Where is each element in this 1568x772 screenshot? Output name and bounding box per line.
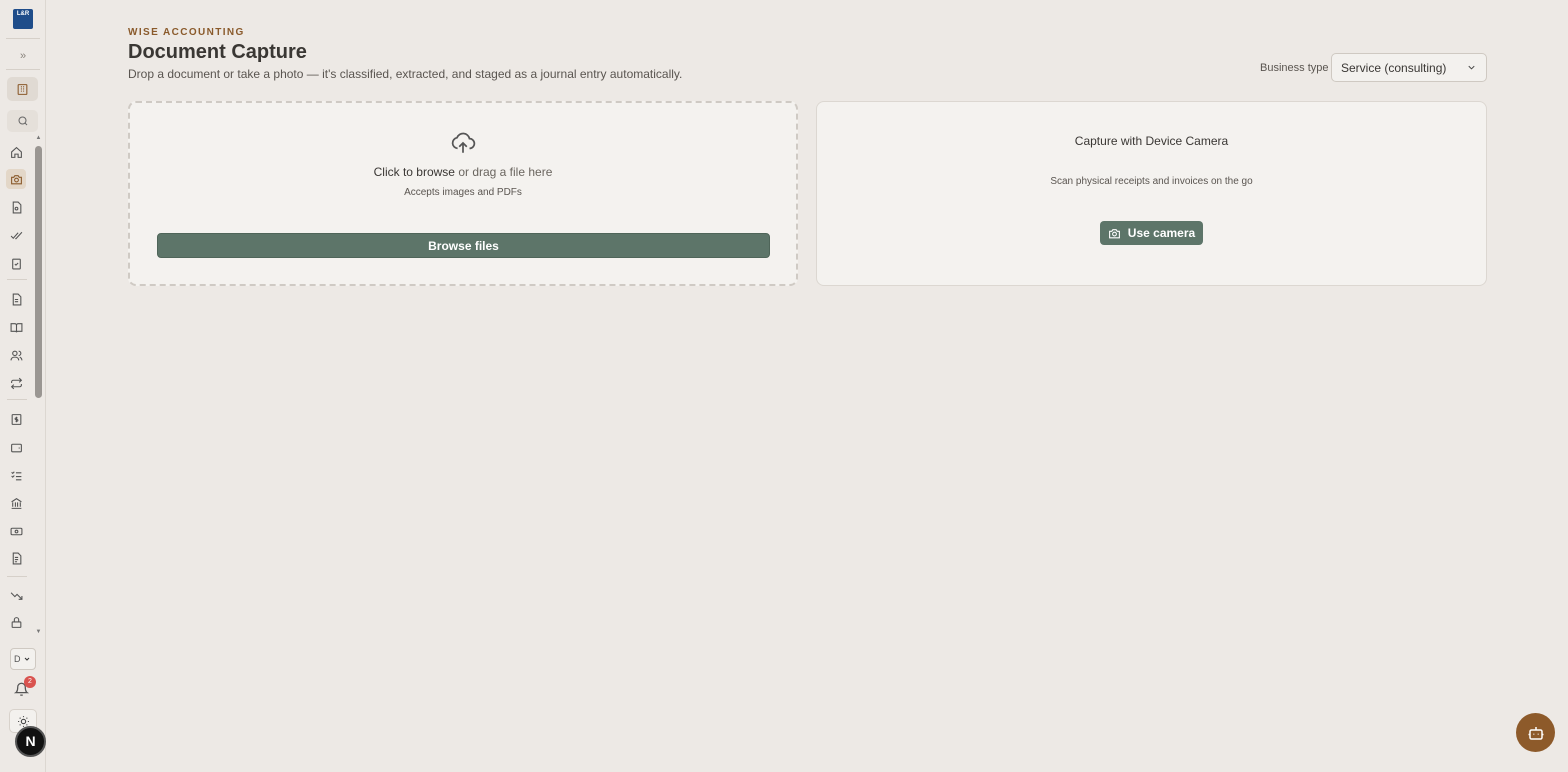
trending-down-icon[interactable] — [6, 585, 26, 605]
use-camera-button[interactable]: Use camera — [1100, 221, 1203, 245]
book-open-icon[interactable] — [6, 317, 26, 337]
scroll-up-icon[interactable]: ▲ — [34, 134, 43, 142]
org-select-value: D — [14, 654, 21, 664]
business-type-select[interactable]: Service (consulting) — [1331, 53, 1487, 82]
clipboard-check-icon[interactable] — [6, 253, 26, 273]
nav-divider — [7, 279, 27, 280]
org-select[interactable]: D — [10, 648, 36, 670]
search-icon[interactable] — [7, 110, 38, 132]
sidebar-divider — [6, 69, 40, 70]
sidebar-scrollbar[interactable]: ▲ ▼ — [34, 134, 43, 636]
bot-icon — [1528, 726, 1543, 740]
receipt-dollar-icon[interactable] — [6, 409, 26, 429]
camera-card-title: Capture with Device Camera — [1074, 134, 1229, 148]
browse-files-button[interactable]: Browse files — [157, 233, 770, 258]
camera-icon — [1108, 228, 1120, 238]
chevron-down-icon — [24, 657, 29, 661]
chevron-down-icon — [1468, 65, 1475, 70]
cloud-upload-icon — [451, 132, 476, 153]
click-to-browse-link[interactable]: Click to browse — [374, 165, 455, 179]
bank-icon[interactable] — [6, 493, 26, 513]
document-search-icon[interactable] — [6, 197, 26, 217]
nav-divider — [7, 576, 27, 577]
file-text-icon[interactable] — [6, 289, 26, 309]
notifications-button[interactable]: 2 — [13, 676, 36, 700]
nav-divider — [7, 399, 27, 400]
double-check-icon[interactable] — [6, 225, 26, 245]
ai-assistant-button[interactable] — [1516, 713, 1555, 752]
page-title: Document Capture — [128, 41, 307, 63]
sidebar: L&R » ▲ ▼ D 2 N — [0, 0, 46, 772]
dropzone-instructions: Click to browse or drag a file here — [130, 165, 796, 179]
user-avatar[interactable]: N — [15, 726, 46, 757]
drag-file-text: or drag a file here — [458, 165, 553, 179]
notification-badge: 2 — [24, 676, 36, 688]
camera-card-subtitle: Scan physical receipts and invoices on t… — [1050, 176, 1253, 187]
business-type-value: Service (consulting) — [1341, 60, 1447, 75]
banknote-icon[interactable] — [6, 521, 26, 541]
wallet-icon[interactable] — [6, 437, 26, 457]
chevrons-right-icon[interactable]: » — [16, 49, 30, 63]
accepted-types-text: Accepts images and PDFs — [404, 187, 522, 198]
users-icon[interactable] — [6, 345, 26, 365]
business-type-label: Business type — [1260, 62, 1329, 74]
list-checks-icon[interactable] — [6, 465, 26, 485]
app-logo[interactable]: L&R — [13, 9, 33, 29]
file-lines-icon[interactable] — [6, 548, 26, 568]
scrollbar-thumb[interactable] — [35, 146, 42, 398]
repeat-icon[interactable] — [6, 373, 26, 393]
page-eyebrow: WISE ACCOUNTING — [128, 27, 245, 38]
building-icon[interactable] — [7, 77, 38, 101]
lock-icon[interactable] — [6, 612, 26, 632]
page-subtitle: Drop a document or take a photo — it's c… — [128, 67, 683, 81]
file-dropzone[interactable]: Click to browse or drag a file here Acce… — [128, 101, 798, 286]
scroll-down-icon[interactable]: ▼ — [34, 628, 43, 636]
camera-icon[interactable] — [6, 169, 26, 189]
home-icon[interactable] — [6, 142, 26, 162]
camera-capture-card: Capture with Device Camera Scan physical… — [816, 101, 1487, 286]
sidebar-divider — [6, 38, 40, 39]
use-camera-label: Use camera — [1127, 226, 1196, 240]
